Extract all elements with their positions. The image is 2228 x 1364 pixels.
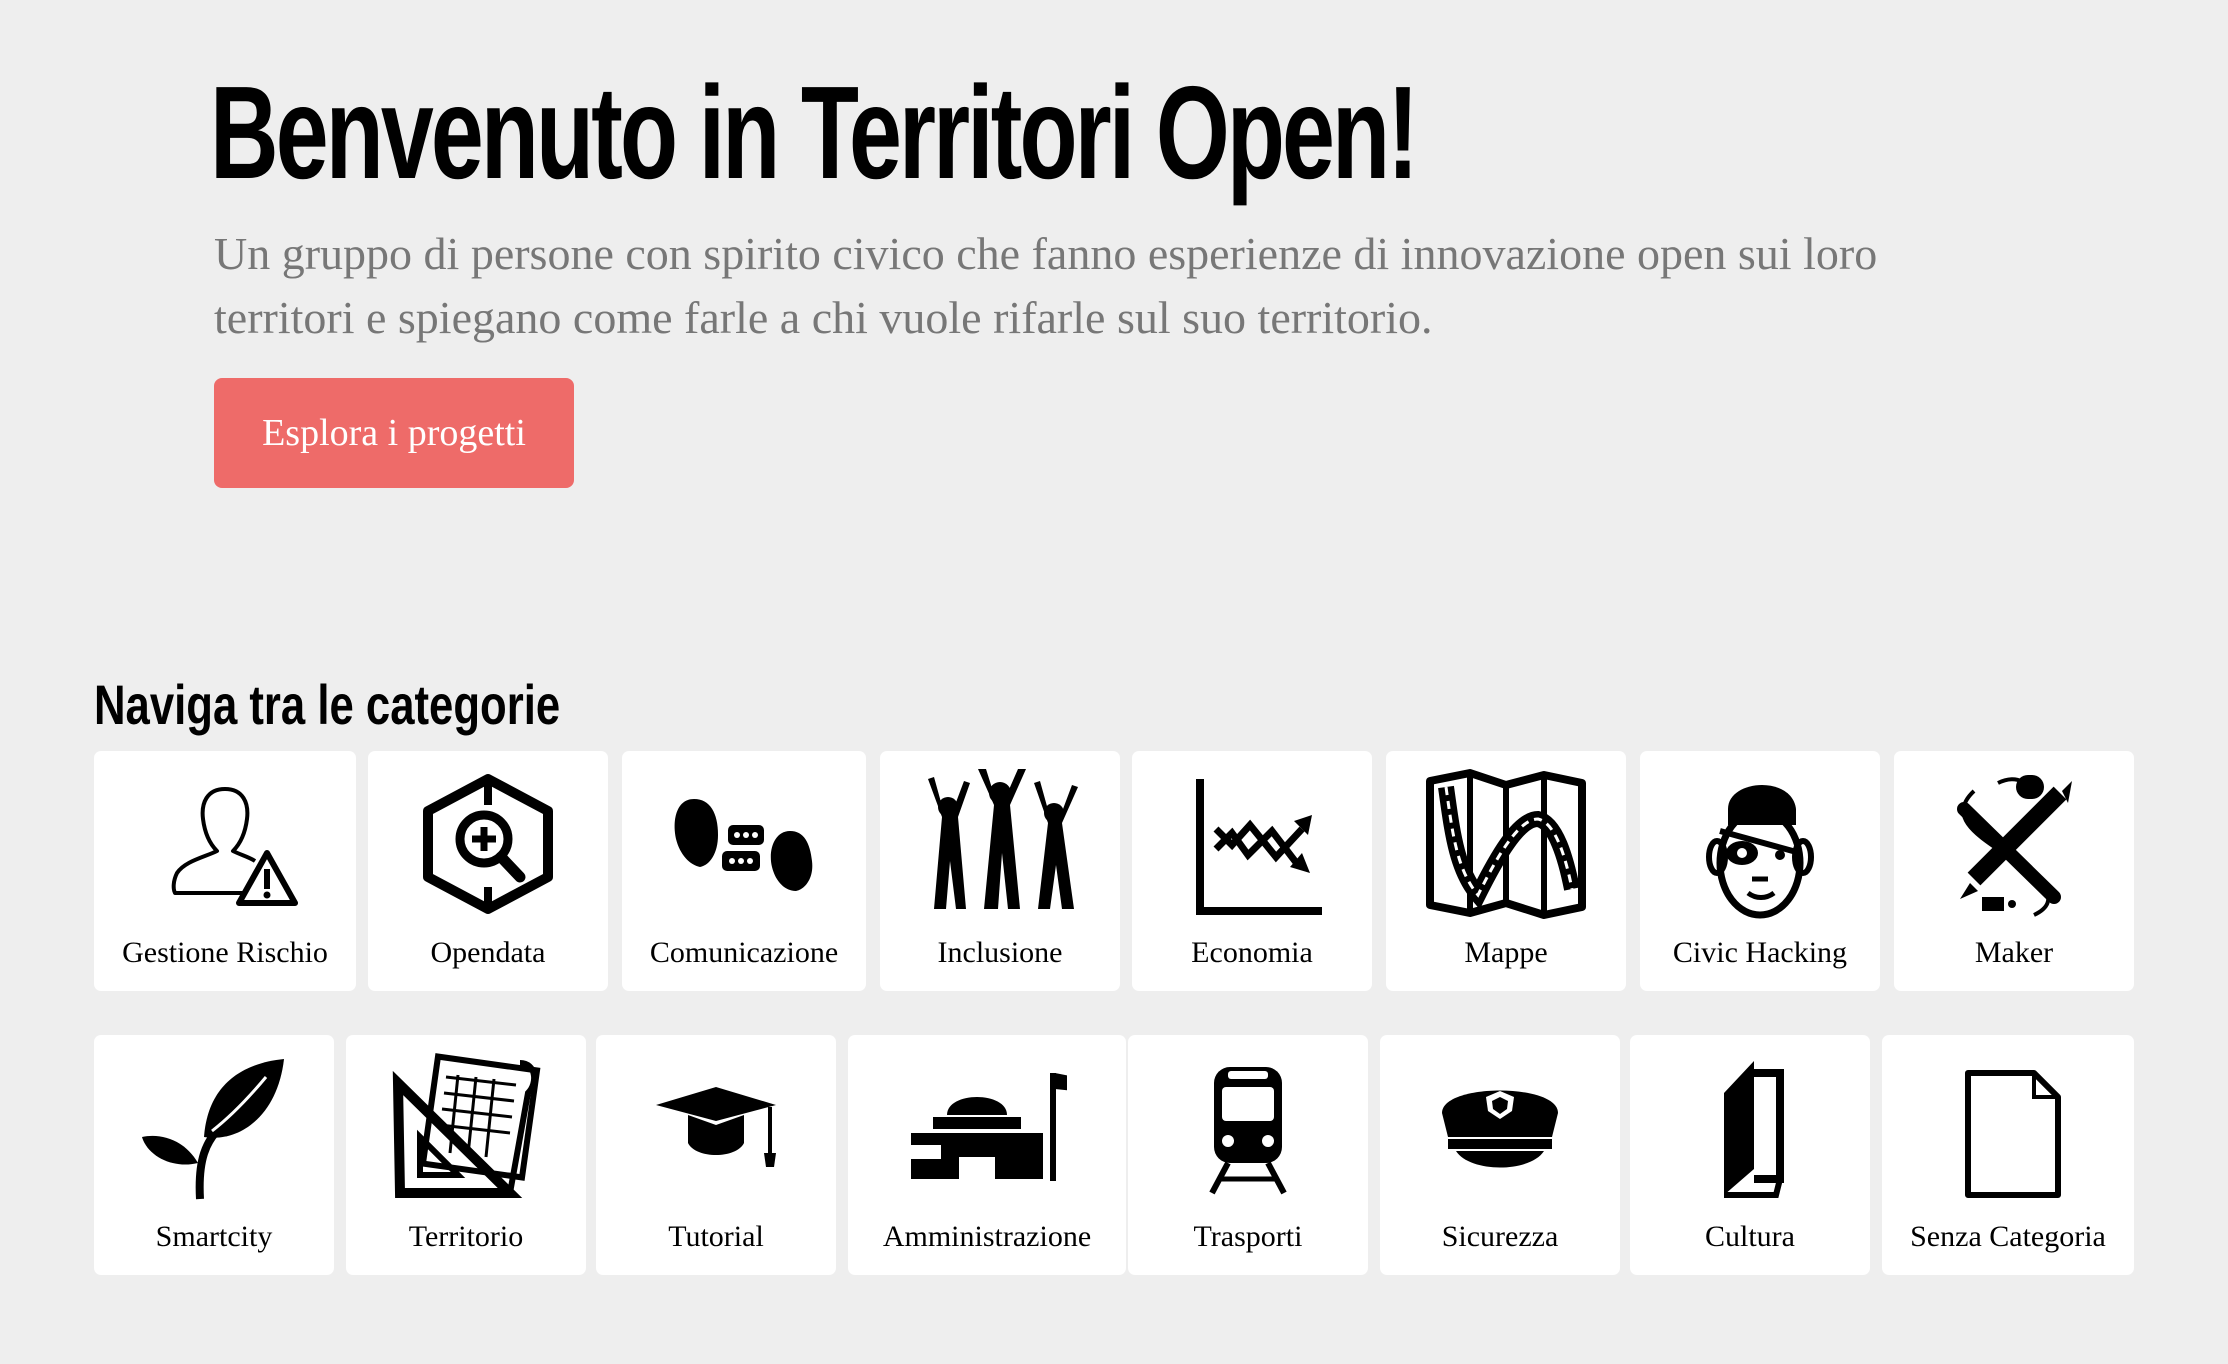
category-card-maker[interactable]: Maker xyxy=(1894,751,2134,991)
explore-projects-button[interactable]: Esplora i progetti xyxy=(214,378,574,488)
category-card-cultura[interactable]: Cultura xyxy=(1630,1035,1870,1275)
graduation-cap-icon xyxy=(596,1053,836,1203)
category-card-trasporti[interactable]: Trasporti xyxy=(1128,1035,1368,1275)
category-label: Maker xyxy=(1974,936,2054,969)
category-label: Tutorial xyxy=(668,1220,764,1253)
category-card-smartcity[interactable]: Smartcity xyxy=(94,1035,334,1275)
category-card-opendata[interactable]: Opendata xyxy=(368,751,608,991)
category-label: Amministrazione xyxy=(882,1220,1092,1253)
category-label: Smartcity xyxy=(155,1220,273,1253)
category-card-amministrazione[interactable]: Amministrazione xyxy=(848,1035,1126,1275)
hexagon-magnifier-icon xyxy=(368,769,608,919)
leaf-sprout-icon xyxy=(94,1053,334,1203)
category-label: Opendata xyxy=(430,936,546,969)
category-card-civic-hacking[interactable]: Civic Hacking xyxy=(1640,751,1880,991)
category-label: Trasporti xyxy=(1193,1220,1303,1253)
category-card-mappe[interactable]: Mappe xyxy=(1386,751,1626,991)
trend-chart-icon xyxy=(1132,769,1372,919)
category-card-sicurezza[interactable]: Sicurezza xyxy=(1380,1035,1620,1275)
folded-map-icon xyxy=(1386,769,1626,919)
category-label: Gestione Rischio xyxy=(122,936,328,969)
category-card-senza-categoria[interactable]: Senza Categoria xyxy=(1882,1035,2134,1275)
categories-heading: Naviga tra le categorie xyxy=(94,673,561,736)
category-label: Inclusione xyxy=(937,936,1063,969)
category-label: Territorio xyxy=(408,1220,524,1253)
category-card-inclusione[interactable]: Inclusione xyxy=(880,751,1120,991)
category-label: Economia xyxy=(1191,936,1313,969)
tools-pencil-icon xyxy=(1894,769,2134,919)
police-cap-icon xyxy=(1380,1053,1620,1203)
government-building-icon xyxy=(848,1053,1126,1203)
category-card-economia[interactable]: Economia xyxy=(1132,751,1372,991)
page-title: Benvenuto in Territori Open! xyxy=(210,59,1419,206)
pirate-face-icon xyxy=(1640,769,1880,919)
page-subtitle: Un gruppo di persone con spirito civico … xyxy=(214,228,1878,343)
category-card-territorio[interactable]: Territorio xyxy=(346,1035,586,1275)
person-warning-icon xyxy=(94,769,356,919)
category-label: Sicurezza xyxy=(1441,1220,1559,1253)
train-icon xyxy=(1128,1053,1368,1203)
book-icon xyxy=(1630,1053,1870,1203)
speech-bubbles-icon xyxy=(622,769,866,919)
category-label: Civic Hacking xyxy=(1672,936,1848,969)
category-card-tutorial[interactable]: Tutorial xyxy=(596,1035,836,1275)
category-label: Comunicazione xyxy=(649,936,839,969)
blank-document-icon xyxy=(1882,1053,2134,1203)
cheering-people-icon xyxy=(880,769,1120,919)
category-card-gestione-rischio[interactable]: Gestione Rischio xyxy=(94,751,356,991)
category-card-comunicazione[interactable]: Comunicazione xyxy=(622,751,866,991)
category-label: Mappe xyxy=(1464,936,1548,969)
blueprint-ruler-icon xyxy=(346,1053,586,1203)
category-label: Senza Categoria xyxy=(1910,1220,2106,1253)
category-label: Cultura xyxy=(1705,1220,1795,1253)
